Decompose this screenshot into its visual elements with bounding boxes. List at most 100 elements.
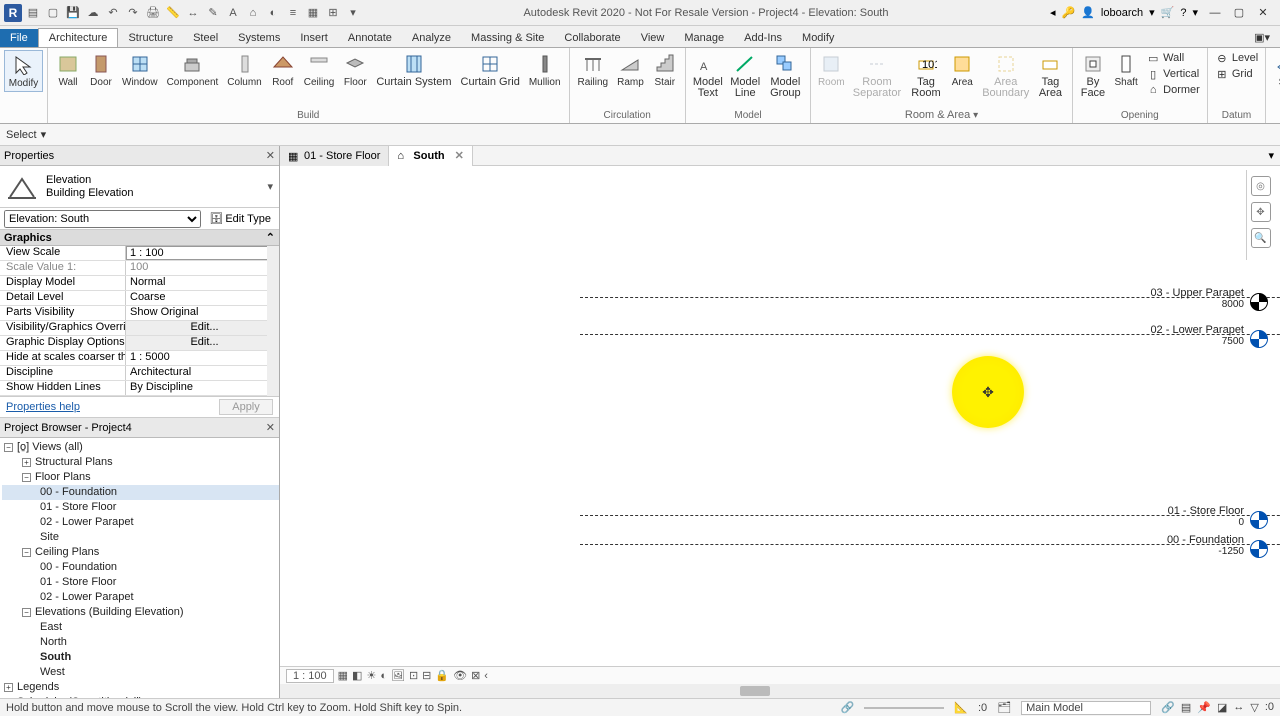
ramp-button[interactable]: Ramp <box>613 50 648 90</box>
help-dd-icon[interactable]: ▾ <box>1192 6 1198 19</box>
tab-analyze[interactable]: Analyze <box>402 29 461 47</box>
ceiling-button[interactable]: Ceiling <box>300 50 339 90</box>
opening-vertical-button[interactable]: ▯Vertical <box>1143 66 1203 82</box>
zoom-tool-icon[interactable]: 🔍 <box>1251 228 1271 248</box>
properties-close-icon[interactable]: ✕ <box>266 149 275 162</box>
tree-node[interactable]: South <box>2 650 279 665</box>
tab-massing-site[interactable]: Massing & Site <box>461 29 554 47</box>
tag-area-button[interactable]: Tag Area <box>1033 50 1068 101</box>
full-nav-wheel-icon[interactable]: ◎ <box>1251 176 1271 196</box>
select-pinned-icon[interactable]: 📌 <box>1197 701 1211 714</box>
tree-node[interactable]: +Legends <box>2 680 279 695</box>
view-scale-button[interactable]: 1 : 100 <box>286 669 334 683</box>
qat-text-icon[interactable]: A <box>224 4 242 22</box>
ribbon-collapse-icon[interactable]: ▣▾ <box>1244 28 1280 47</box>
filter-icon[interactable]: ▽ <box>1250 701 1258 714</box>
by-face-button[interactable]: By Face <box>1077 50 1109 101</box>
reveal-hidden-icon[interactable]: ⊠ <box>471 669 480 682</box>
tree-node[interactable]: North <box>2 635 279 650</box>
instance-select[interactable]: Elevation: South <box>4 210 201 228</box>
view-tab-close-icon[interactable]: ✕ <box>455 149 464 162</box>
navigation-bar[interactable]: ◎ ✥ 🔍 <box>1246 170 1274 260</box>
grid-button[interactable]: ⊞Grid <box>1212 66 1261 82</box>
tab-file[interactable]: File <box>0 29 38 47</box>
design-options-combo[interactable]: Main Model <box>1021 701 1151 715</box>
user-name[interactable]: loboarch <box>1101 7 1143 19</box>
tree-node[interactable]: −[o̱] Views (all) <box>2 440 279 455</box>
qat-section-icon[interactable]: ◐ <box>264 4 282 22</box>
tree-node[interactable]: −Floor Plans <box>2 470 279 485</box>
help-icon[interactable]: ? <box>1180 7 1186 19</box>
maximize-button[interactable]: ▢ <box>1228 5 1250 21</box>
qat-tag-icon[interactable]: ✎ <box>204 4 222 22</box>
floor-button[interactable]: Floor <box>339 50 371 90</box>
qat-3d-icon[interactable]: ⌂ <box>244 4 262 22</box>
design-options-icon[interactable]: 🗂 <box>997 701 1011 714</box>
prop-row[interactable]: Display ModelNormal <box>0 276 279 291</box>
opening-wall-button[interactable]: ▭Wall <box>1143 50 1203 66</box>
level-label[interactable]: 01 - Store Floor0 <box>1168 505 1244 528</box>
qat-print-icon[interactable]: 🖨 <box>144 4 162 22</box>
tab-steel[interactable]: Steel <box>183 29 228 47</box>
tree-node[interactable]: East <box>2 620 279 635</box>
lock-3d-icon[interactable]: 🔒 <box>435 669 449 682</box>
window-button[interactable]: Window <box>118 50 162 90</box>
tree-node[interactable]: 01 - Store Floor <box>2 500 279 515</box>
crop-region-icon[interactable]: ⊟ <box>422 669 431 682</box>
browser-close-icon[interactable]: ✕ <box>266 421 275 434</box>
edit-type-button[interactable]: 🗄Edit Type <box>205 211 275 226</box>
curtain-grid-button[interactable]: Curtain Grid <box>457 50 524 90</box>
tree-node[interactable]: West <box>2 665 279 680</box>
column-button[interactable]: Column <box>223 50 265 90</box>
qat-undo-icon[interactable]: ↶ <box>104 4 122 22</box>
view-tab-store-floor[interactable]: ▦ 01 - Store Floor <box>280 146 389 166</box>
level-label[interactable]: 02 - Lower Parapet7500 <box>1150 324 1244 347</box>
crop-view-icon[interactable]: ⊡ <box>409 669 418 682</box>
properties-header[interactable]: Properties ✕ <box>0 146 279 166</box>
railing-button[interactable]: Railing <box>574 50 613 90</box>
roof-button[interactable]: Roof <box>267 50 299 90</box>
qat-aligned-dim-icon[interactable]: ↔ <box>184 4 202 22</box>
qat-measure-icon[interactable]: 📏 <box>164 4 182 22</box>
opening-dormer-button[interactable]: ⌂Dormer <box>1143 82 1203 98</box>
tab-addins[interactable]: Add-Ins <box>734 29 792 47</box>
tab-view[interactable]: View <box>631 29 675 47</box>
qat-sync-icon[interactable]: ☁ <box>84 4 102 22</box>
tree-node[interactable]: 01 - Store Floor <box>2 575 279 590</box>
infocenter-back-icon[interactable]: ◂ <box>1050 6 1056 19</box>
qat-close-hidden-icon[interactable]: ▦ <box>304 4 322 22</box>
shaft-button[interactable]: Shaft <box>1110 50 1142 90</box>
prop-row[interactable]: Scale Value 1:100 <box>0 261 279 276</box>
tab-annotate[interactable]: Annotate <box>338 29 402 47</box>
qat-save-icon[interactable]: 💾 <box>64 4 82 22</box>
prop-category-graphics[interactable]: Graphics⌃ <box>0 230 279 246</box>
prop-row[interactable]: Parts VisibilityShow Original <box>0 306 279 321</box>
drawing-canvas[interactable]: ◎ ✥ 🔍 ✥ 03 - Upper Parapet800002 - Lower… <box>280 166 1280 666</box>
properties-help-link[interactable]: Properties help <box>6 401 80 413</box>
tree-node[interactable]: +Schedules/Quantities (all) <box>2 695 279 698</box>
prop-row[interactable]: Detail LevelCoarse <box>0 291 279 306</box>
tab-structure[interactable]: Structure <box>118 29 183 47</box>
infocenter-keyword-icon[interactable]: 🔑 <box>1062 6 1076 19</box>
prop-row[interactable]: Show Hidden LinesBy Discipline <box>0 381 279 396</box>
tree-node[interactable]: 00 - Foundation <box>2 485 279 500</box>
modify-button[interactable]: Modify <box>4 50 43 92</box>
prop-row[interactable]: DisciplineArchitectural <box>0 366 279 381</box>
prop-row[interactable]: View Scale1 : 100 <box>0 246 279 261</box>
tree-node[interactable]: Site <box>2 530 279 545</box>
view-ctrl-more-icon[interactable]: ‹ <box>484 670 488 682</box>
level-marker-icon[interactable] <box>1250 293 1268 311</box>
set-workplane-button[interactable]: Set <box>1270 50 1280 90</box>
model-group-button[interactable]: Model Group <box>765 50 807 101</box>
type-selector[interactable]: Elevation Building Elevation ▾ <box>0 166 279 208</box>
tree-node[interactable]: 00 - Foundation <box>2 560 279 575</box>
browser-header[interactable]: Project Browser - Project4 ✕ <box>0 418 279 438</box>
level-marker-icon[interactable] <box>1250 511 1268 529</box>
tree-node[interactable]: 02 - Lower Parapet <box>2 590 279 605</box>
select-links-icon[interactable]: 🔗 <box>1161 701 1175 714</box>
prop-row[interactable]: Graphic Display OptionsEdit... <box>0 336 279 351</box>
select-face-icon[interactable]: ◪ <box>1217 701 1227 714</box>
user-dd-icon[interactable]: ▾ <box>1149 6 1155 19</box>
apply-button[interactable]: Apply <box>219 399 273 415</box>
category-collapse-icon[interactable]: ⌃ <box>266 231 275 244</box>
